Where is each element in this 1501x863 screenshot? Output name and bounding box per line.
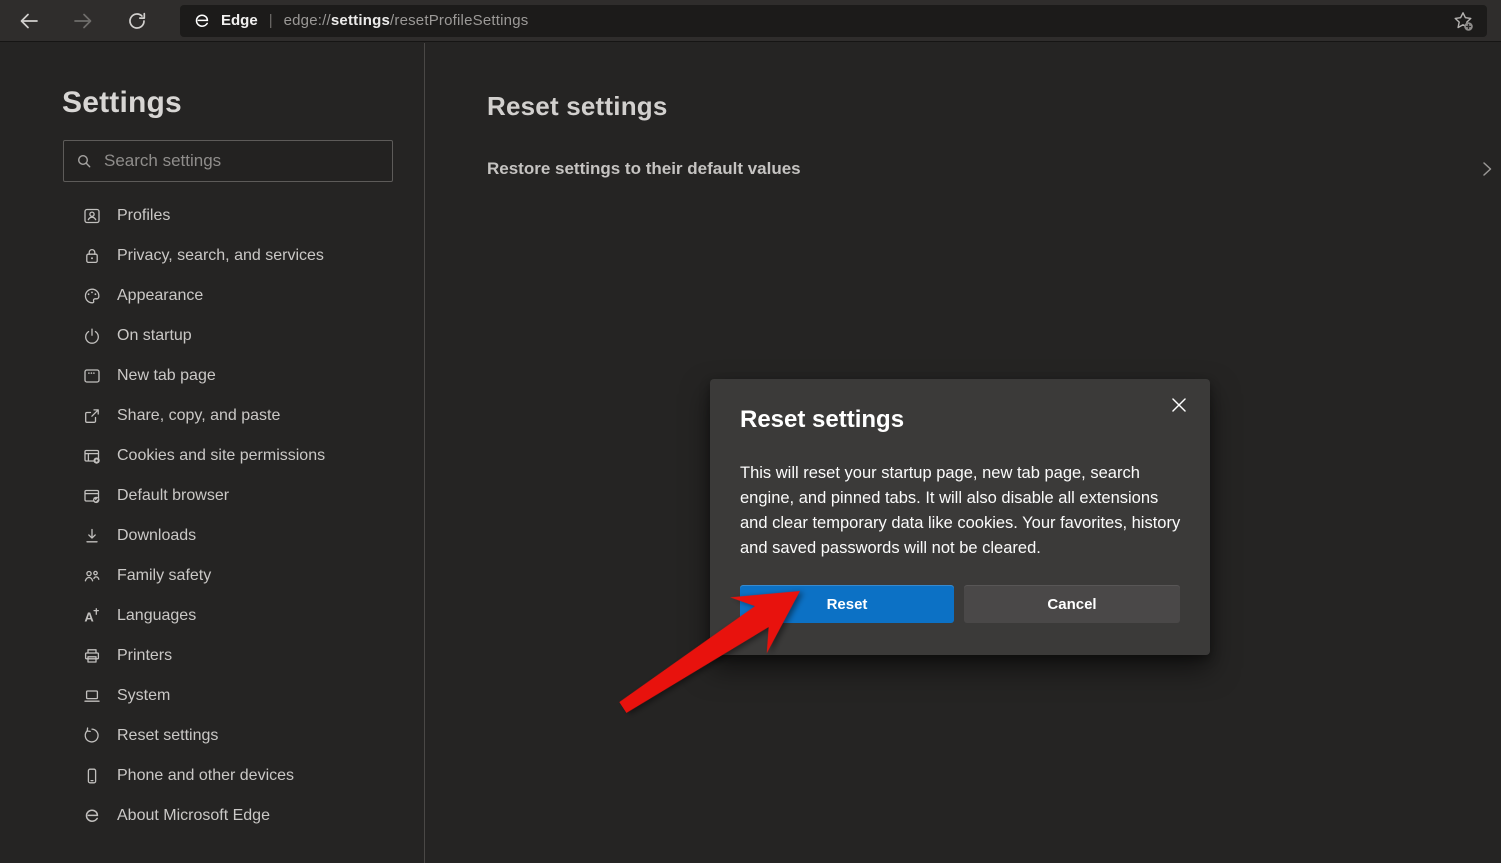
dialog-title: Reset settings	[740, 406, 904, 434]
sidebar-item-label: Cookies and site permissions	[117, 447, 325, 465]
browser-brand-label: Edge	[221, 12, 258, 29]
palette-icon	[82, 286, 102, 306]
back-arrow-icon	[17, 9, 41, 33]
add-favorite-button[interactable]	[1451, 9, 1475, 33]
share-icon	[82, 406, 102, 426]
restore-defaults-row[interactable]: Restore settings to their default values	[487, 151, 1497, 187]
printer-icon	[82, 646, 102, 666]
sidebar-item-reset-settings[interactable]: Reset settings	[0, 716, 424, 756]
sidebar-item-on-startup[interactable]: On startup	[0, 316, 424, 356]
sidebar-item-label: Printers	[117, 647, 172, 665]
chevron-right-icon	[1477, 159, 1497, 179]
browser-toolbar: Edge | edge://settings/resetProfileSetti…	[0, 0, 1501, 42]
sidebar-item-label: Phone and other devices	[117, 767, 294, 785]
translate-icon	[82, 606, 102, 626]
page-title: Reset settings	[487, 91, 668, 122]
star-add-icon	[1451, 9, 1475, 33]
sidebar-item-label: Downloads	[117, 527, 196, 545]
sidebar-item-label: Languages	[117, 607, 196, 625]
restore-defaults-label: Restore settings to their default values	[487, 159, 801, 179]
sidebar-item-label: Profiles	[117, 207, 170, 225]
forward-arrow-icon	[71, 9, 95, 33]
address-bar[interactable]: Edge | edge://settings/resetProfileSetti…	[180, 5, 1487, 37]
profile-card-icon	[82, 206, 102, 226]
search-input[interactable]	[104, 151, 382, 171]
search-icon	[74, 151, 94, 171]
sidebar-item-label: Default browser	[117, 487, 229, 505]
new-tab-icon	[82, 366, 102, 386]
settings-sidebar: Settings Profiles Privacy, search, and s…	[0, 43, 425, 863]
sidebar-item-profiles[interactable]: Profiles	[0, 196, 424, 236]
refresh-button[interactable]	[120, 4, 154, 38]
sidebar-nav: Profiles Privacy, search, and services A…	[0, 196, 424, 836]
sidebar-item-label: System	[117, 687, 170, 705]
cancel-button[interactable]: Cancel	[964, 585, 1180, 623]
sidebar-item-label: Reset settings	[117, 727, 218, 745]
phone-icon	[82, 766, 102, 786]
sidebar-item-new-tab-page[interactable]: New tab page	[0, 356, 424, 396]
close-icon	[1168, 394, 1190, 416]
lock-icon	[82, 246, 102, 266]
sidebar-item-cookies-and-site-permissions[interactable]: Cookies and site permissions	[0, 436, 424, 476]
download-icon	[82, 526, 102, 546]
sidebar-item-appearance[interactable]: Appearance	[0, 276, 424, 316]
sidebar-item-label: New tab page	[117, 367, 216, 385]
sidebar-item-phone-and-other-devices[interactable]: Phone and other devices	[0, 756, 424, 796]
sidebar-item-printers[interactable]: Printers	[0, 636, 424, 676]
power-icon	[82, 326, 102, 346]
sidebar-item-label: Share, copy, and paste	[117, 407, 280, 425]
sidebar-item-about-microsoft-edge[interactable]: About Microsoft Edge	[0, 796, 424, 836]
reset-button[interactable]: Reset	[740, 585, 954, 623]
sidebar-item-languages[interactable]: Languages	[0, 596, 424, 636]
settings-search-box[interactable]	[63, 140, 393, 182]
sidebar-item-system[interactable]: System	[0, 676, 424, 716]
sidebar-item-label: On startup	[117, 327, 192, 345]
sidebar-item-share-copy-and-paste[interactable]: Share, copy, and paste	[0, 396, 424, 436]
address-divider: |	[269, 12, 273, 29]
edge-logo-icon	[82, 806, 102, 826]
sidebar-item-label: Family safety	[117, 567, 211, 585]
dialog-body-text: This will reset your startup page, new t…	[740, 461, 1185, 561]
back-button[interactable]	[12, 4, 46, 38]
sidebar-item-default-browser[interactable]: Default browser	[0, 476, 424, 516]
sidebar-item-privacy-search-and-services[interactable]: Privacy, search, and services	[0, 236, 424, 276]
url-text[interactable]: edge://settings/resetProfileSettings	[284, 12, 529, 29]
reset-settings-dialog: Reset settings This will reset your star…	[710, 379, 1210, 655]
forward-button[interactable]	[66, 4, 100, 38]
default-browser-icon	[82, 486, 102, 506]
sidebar-item-family-safety[interactable]: Family safety	[0, 556, 424, 596]
dialog-close-button[interactable]	[1165, 391, 1193, 419]
sidebar-item-downloads[interactable]: Downloads	[0, 516, 424, 556]
edge-logo-icon	[192, 11, 212, 31]
site-permissions-icon	[82, 446, 102, 466]
sidebar-item-label: Appearance	[117, 287, 203, 305]
sidebar-title: Settings	[62, 86, 182, 120]
laptop-icon	[82, 686, 102, 706]
sidebar-item-label: Privacy, search, and services	[117, 247, 324, 265]
family-icon	[82, 566, 102, 586]
refresh-icon	[125, 9, 149, 33]
reset-arrow-icon	[82, 726, 102, 746]
sidebar-item-label: About Microsoft Edge	[117, 807, 270, 825]
